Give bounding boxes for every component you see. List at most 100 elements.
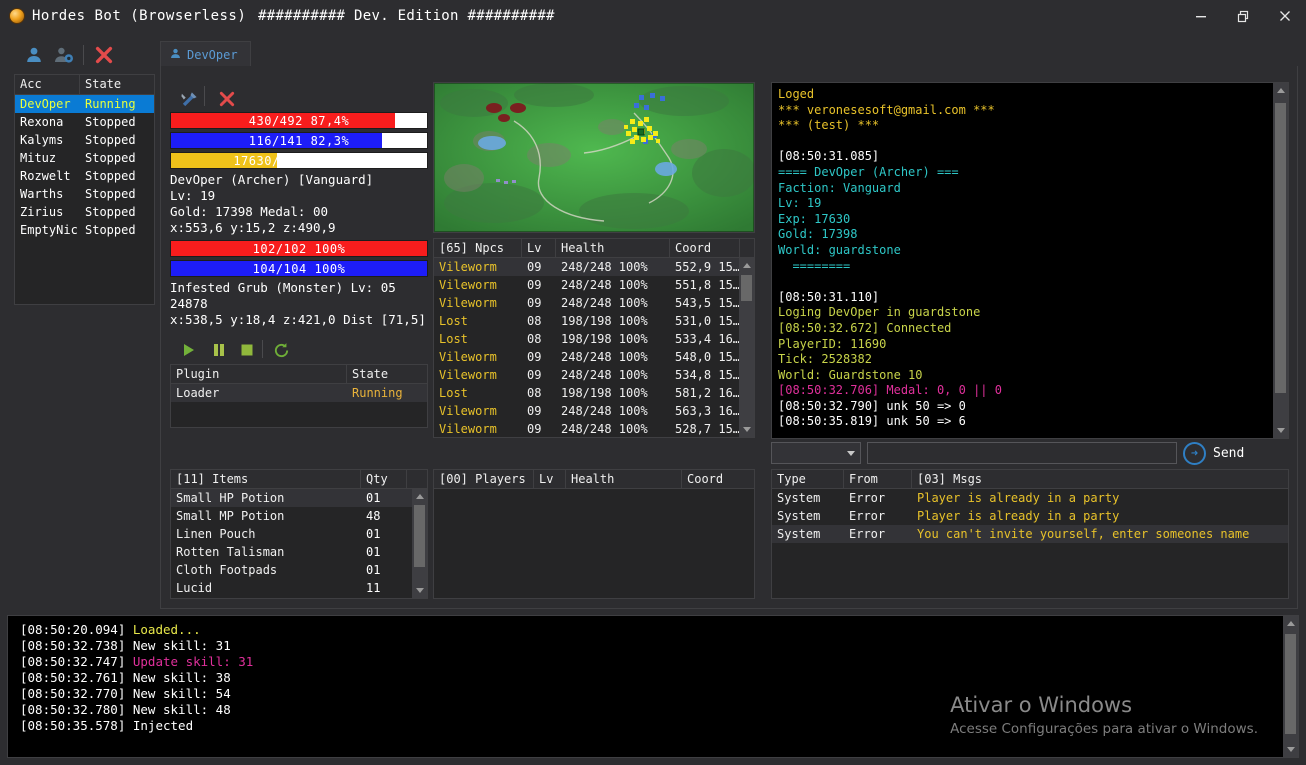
log-scroll-down-icon[interactable] (1273, 423, 1288, 438)
chevron-down-icon (847, 451, 855, 456)
accounts-row[interactable]: DevOper Running (15, 95, 154, 113)
accounts-row[interactable]: Rozwelt Stopped (15, 167, 154, 185)
account-settings-icon[interactable] (51, 43, 77, 67)
items-row[interactable]: Rotten Talisman 01 (171, 543, 427, 561)
accounts-row[interactable]: Kalyms Stopped (15, 131, 154, 149)
bottom-console[interactable]: [08:50:20.094] Loaded... [08:50:32.738] N… (7, 615, 1299, 758)
npcs-row[interactable]: Vileworm 09 248/248 100% 543,5 15… (434, 294, 754, 312)
plugins-table[interactable]: Plugin State Loader Running (170, 364, 428, 428)
messages-row[interactable]: System Error You can't invite yourself, en… (772, 525, 1288, 543)
items-row[interactable]: Small HP Potion 01 (171, 489, 427, 507)
log-line: [08:50:31.110] (778, 289, 880, 304)
console-scroll-up-icon[interactable] (1283, 616, 1298, 631)
npc-name: Vileworm (439, 278, 497, 292)
plugin-name: Loader (176, 386, 220, 400)
items-scrollbar[interactable] (412, 489, 427, 598)
console-scrollbar[interactable] (1283, 616, 1298, 757)
stop-icon[interactable] (234, 338, 260, 362)
accounts-row[interactable]: Warths Stopped (15, 185, 154, 203)
target-info: Infested Grub (Monster) Lv: 05 24878 x:538… (170, 280, 428, 328)
tools-icon[interactable] (176, 87, 202, 111)
log-scroll-up-icon[interactable] (1273, 83, 1288, 98)
npcs-table[interactable]: [65] Npcs Lv Health Coord Vileworm 09 248/… (433, 238, 755, 438)
players-table[interactable]: [00] Players Lv Health Coord (433, 469, 755, 599)
message-input[interactable] (867, 442, 1177, 464)
npcs-scroll-up-icon[interactable] (739, 258, 754, 273)
items-row[interactable]: Lucid 11 (171, 579, 427, 597)
npcs-row[interactable]: Lost 08 198/198 100% 533,4 16… (434, 330, 754, 348)
npcs-row[interactable]: Vileworm 09 248/248 100% 534,8 15… (434, 366, 754, 384)
messages-table[interactable]: Type From [03] Msgs System Error Player is… (771, 469, 1289, 599)
npcs-scroll-thumb[interactable] (741, 275, 752, 301)
plugins-row-container: Loader Running (171, 384, 427, 402)
console-scroll-thumb[interactable] (1285, 634, 1296, 734)
character-info-line: Lv: 19 (170, 188, 216, 203)
npcs-row[interactable]: Vileworm 09 248/248 100% 551,8 15… (434, 276, 754, 294)
accounts-row[interactable]: Zirius Stopped (15, 203, 154, 221)
accounts-row[interactable]: EmptyNic Stopped (15, 221, 154, 239)
window-subtitle: ########## Dev. Edition ########## (258, 8, 555, 24)
npcs-row[interactable]: Vileworm 09 248/248 100% 563,3 16… (434, 402, 754, 420)
item-qty: 11 (366, 581, 381, 595)
accounts-table[interactable]: Acc State DevOper Running Rexona Stopped Kal… (14, 74, 155, 305)
console-timestamp: [08:50:32.761] (20, 670, 126, 685)
items-scroll-up-icon[interactable] (412, 489, 427, 504)
npcs-row[interactable]: Lost 08 198/198 100% 531,0 15… (434, 312, 754, 330)
items-row-container: Small HP Potion 01 Small MP Potion 48 Linen … (171, 489, 427, 597)
reload-icon[interactable] (268, 338, 294, 362)
play-icon[interactable] (176, 338, 202, 362)
send-button[interactable]: ➜ Send (1183, 441, 1244, 465)
accounts-toolbar (7, 38, 155, 72)
console-line: [08:50:32.770] New skill: 54 (20, 686, 1286, 702)
log-scrollbar[interactable] (1273, 83, 1288, 438)
account-state: Stopped (85, 133, 136, 147)
messages-row[interactable]: System Error Player is already in a party (772, 489, 1288, 507)
log-line: *** (test) *** (778, 118, 880, 133)
console-message: Injected (125, 718, 194, 733)
items-table[interactable]: [11] Items Qty Small HP Potion 01 Small MP… (170, 469, 428, 599)
close-button[interactable] (1264, 0, 1306, 32)
window-title: Hordes Bot (Browserless) (32, 8, 247, 24)
world-map[interactable] (433, 82, 755, 233)
items-row[interactable]: Cloth Footpads 01 (171, 561, 427, 579)
add-account-icon[interactable] (21, 43, 47, 67)
log-console[interactable]: Loged *** veronesesoft@gmail.com *** *** (… (771, 82, 1289, 439)
tab-devoper[interactable]: DevOper (160, 41, 251, 67)
log-scroll-thumb[interactable] (1275, 103, 1286, 393)
account-name: DevOper (20, 97, 71, 111)
log-line: [08:50:31.085] (778, 149, 880, 164)
delete-account-icon[interactable] (91, 43, 117, 67)
npcs-scroll-down-icon[interactable] (739, 422, 754, 437)
console-line: [08:50:32.780] New skill: 48 (20, 702, 1286, 718)
message-from: Error (849, 509, 886, 523)
items-row[interactable]: Small MP Potion 48 (171, 507, 427, 525)
console-scroll-down-icon[interactable] (1283, 742, 1298, 757)
close-character-icon[interactable] (214, 87, 240, 111)
maximize-restore-button[interactable] (1222, 0, 1264, 32)
character-info-line: Gold: 17398 Medal: 00 (170, 204, 329, 219)
npc-name: Vileworm (439, 296, 497, 310)
minimize-button[interactable] (1180, 0, 1222, 32)
accounts-row[interactable]: Mituz Stopped (15, 149, 154, 167)
log-line: Faction: Vanguard (778, 180, 901, 195)
mp-bar: 116/141 82,3% (170, 132, 428, 149)
pause-icon[interactable] (206, 338, 232, 362)
npcs-row[interactable]: Vileworm 09 248/248 100% 548,0 15… (434, 348, 754, 366)
items-scroll-thumb[interactable] (414, 505, 425, 567)
messages-row[interactable]: System Error Player is already in a party (772, 507, 1288, 525)
npc-coord: 548,0 15… (675, 350, 740, 364)
channel-select[interactable] (771, 442, 861, 464)
middle-column (433, 82, 755, 233)
npcs-row[interactable]: Vileworm 09 248/248 100% 528,7 15… (434, 420, 754, 437)
main-panel: 430/492 87,4% 116/141 82,3% 17630/42600 41… (160, 66, 1298, 609)
npcs-row[interactable]: Lost 08 198/198 100% 581,2 16… (434, 384, 754, 402)
character-toolbar-divider (204, 86, 205, 106)
npcs-scrollbar[interactable] (739, 258, 754, 437)
items-row[interactable]: Linen Pouch 01 (171, 525, 427, 543)
accounts-row[interactable]: Rexona Stopped (15, 113, 154, 131)
plugins-row[interactable]: Loader Running (171, 384, 427, 402)
npc-name: Vileworm (439, 260, 497, 274)
items-scroll-down-icon[interactable] (412, 583, 427, 598)
npcs-row[interactable]: Vileworm 09 248/248 100% 552,9 15… (434, 258, 754, 276)
